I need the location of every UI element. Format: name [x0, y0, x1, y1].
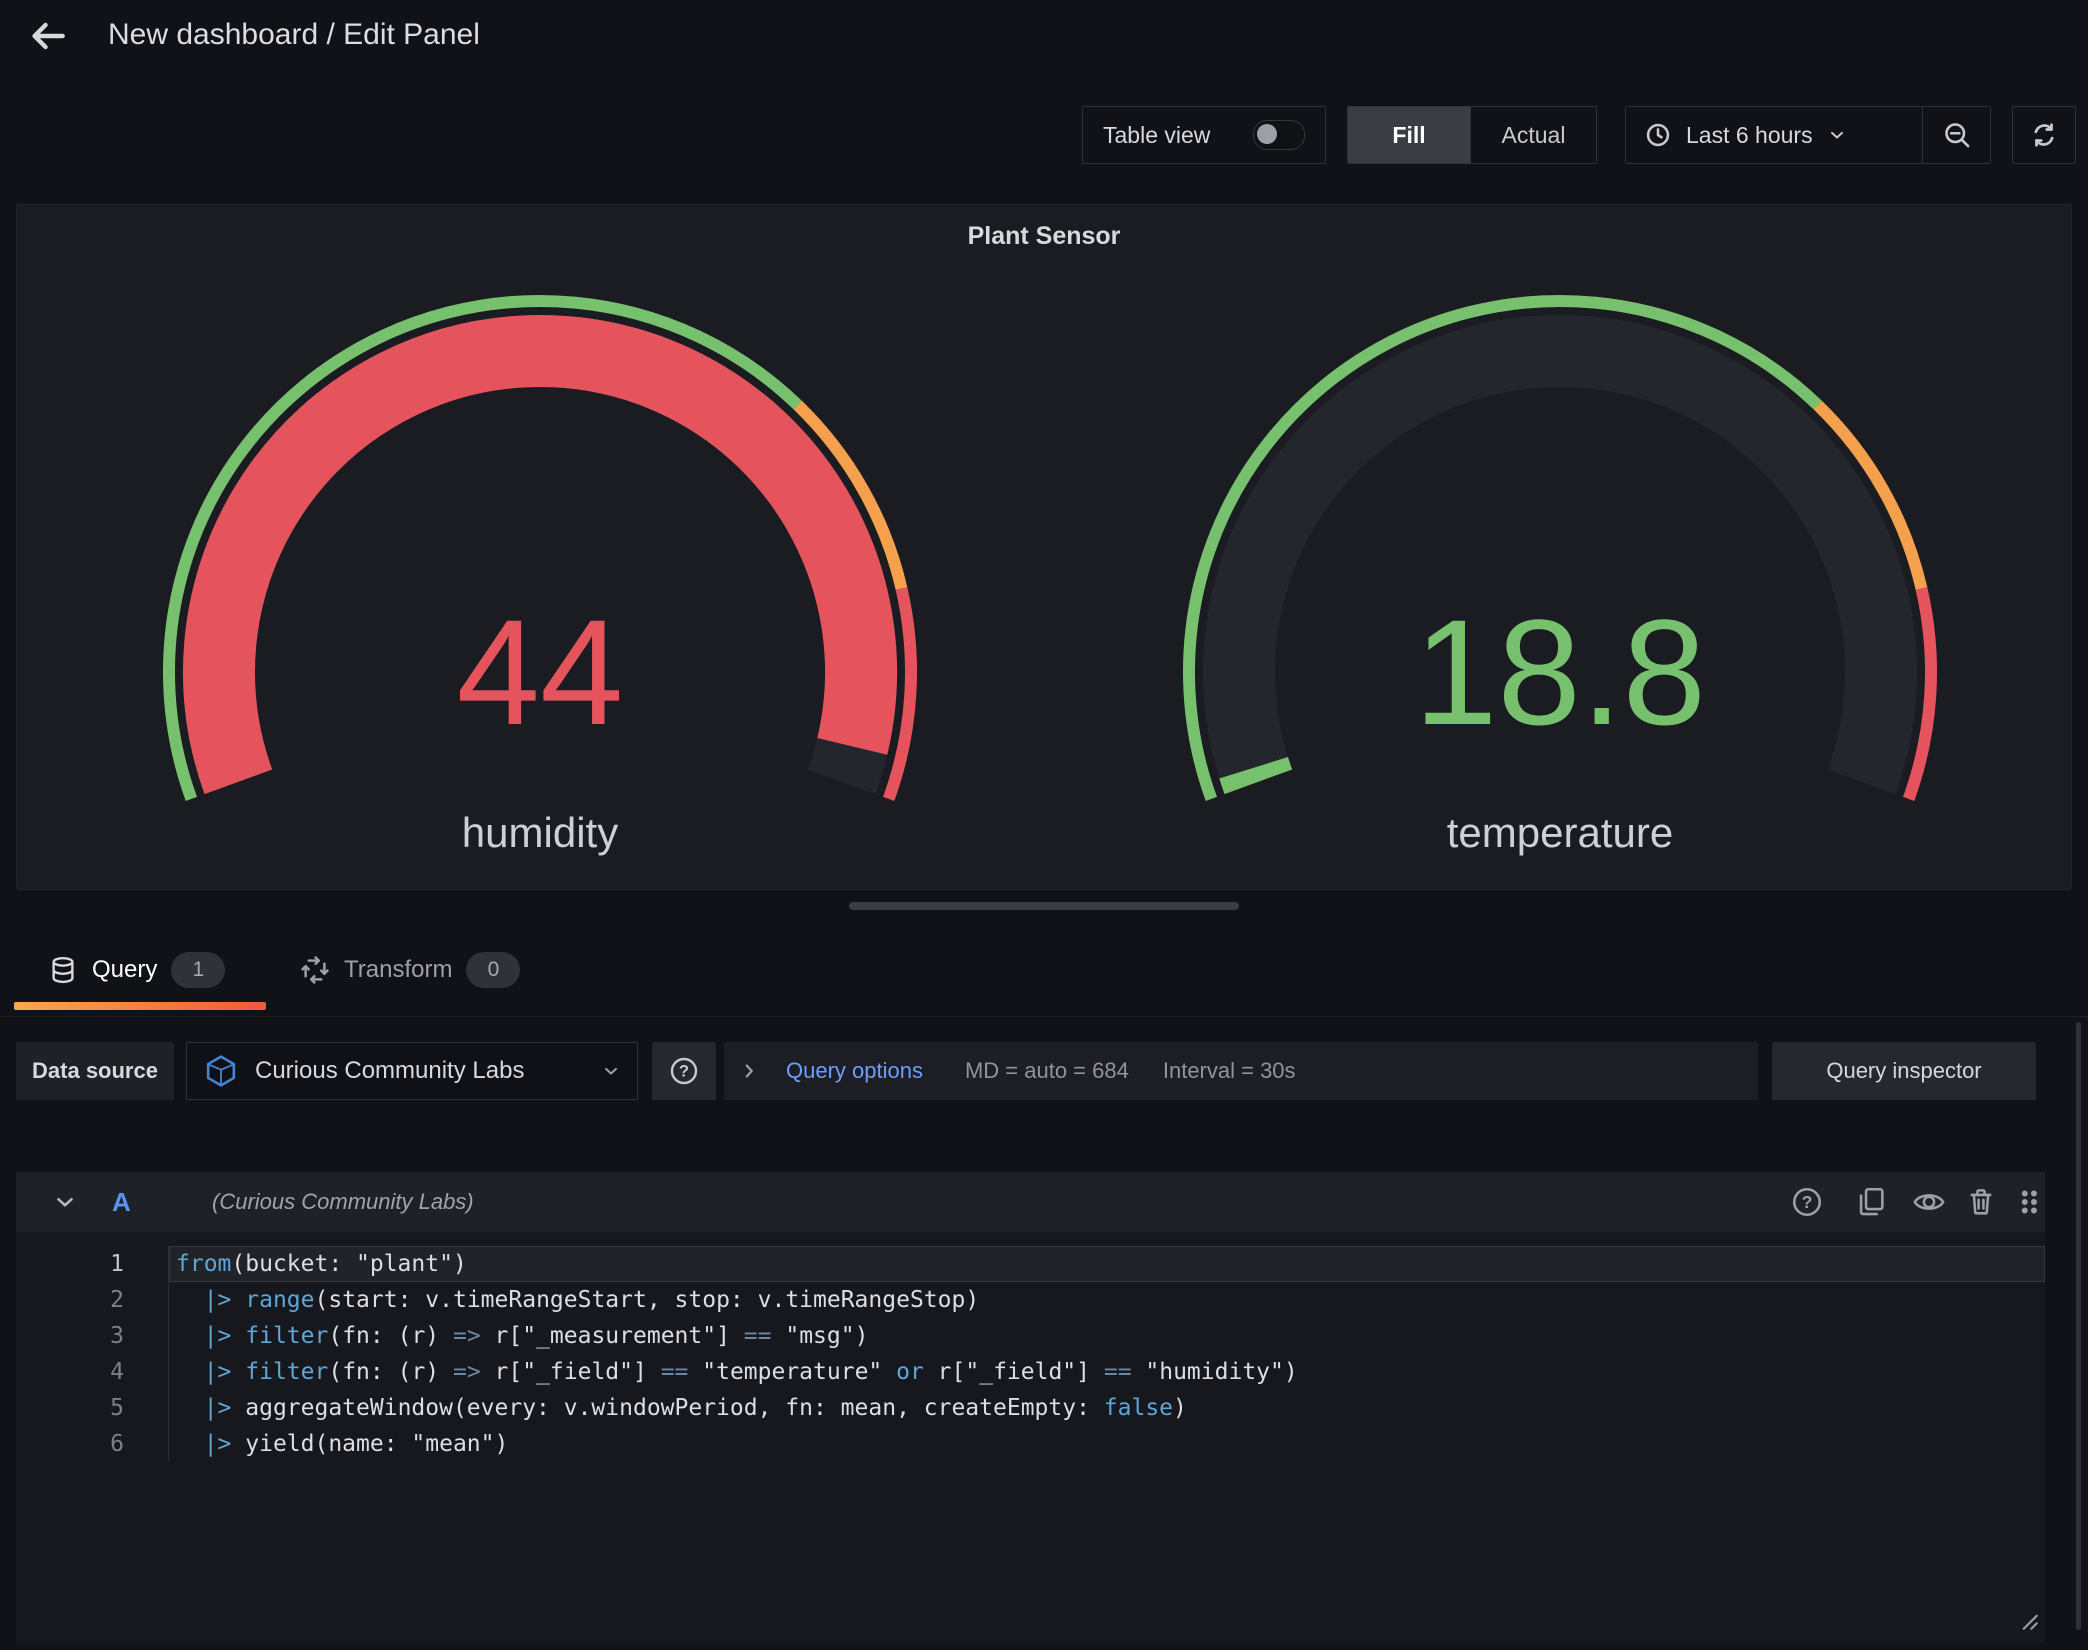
actual-button[interactable]: Actual: [1470, 107, 1596, 163]
code-line[interactable]: 3 |> filter(fn: (r) => r["_measurement"]…: [60, 1318, 2045, 1354]
editor-resize-corner[interactable]: [2014, 1606, 2040, 1632]
active-tab-indicator: [14, 1002, 266, 1010]
tab-transform[interactable]: Transform 0: [300, 944, 520, 996]
drag-handle-icon[interactable]: [2012, 1185, 2046, 1219]
page-scrollbar[interactable]: [2076, 1022, 2081, 1630]
datasource-logo-icon: [203, 1053, 239, 1089]
line-number: 1: [60, 1246, 169, 1282]
duplicate-query-button[interactable]: [1854, 1185, 1888, 1219]
query-editor-card: A (Curious Community Labs) ? 1from(bucke…: [16, 1172, 2045, 1643]
gauge-humidity: 44 humidity: [160, 287, 920, 857]
zoom-out-time-button[interactable]: [1922, 107, 1990, 163]
datasource-picker[interactable]: Curious Community Labs: [186, 1042, 638, 1100]
refresh-icon: [2029, 120, 2059, 150]
tab-query[interactable]: Query 1: [48, 944, 225, 996]
query-options-link[interactable]: Query options: [786, 1058, 923, 1084]
gauge-value: 18.8: [1180, 584, 1940, 760]
line-number: 2: [60, 1282, 169, 1318]
code-line[interactable]: 6 |> yield(name: "mean"): [60, 1426, 2045, 1462]
line-number: 6: [60, 1426, 169, 1462]
arrow-left-icon: [26, 14, 70, 58]
search-minus-icon: [1943, 121, 1971, 149]
transform-icon: [300, 955, 330, 985]
chevron-right-icon[interactable]: [738, 1060, 760, 1082]
query-ref-id: A: [112, 1172, 131, 1232]
gauge-value: 44: [160, 584, 920, 760]
query-row-header[interactable]: A (Curious Community Labs) ?: [16, 1172, 2045, 1232]
code-line-content[interactable]: |> range(start: v.timeRangeStart, stop: …: [169, 1282, 2045, 1318]
interval-value: Interval = 30s: [1163, 1058, 1296, 1084]
toggle-knob: [1257, 124, 1277, 144]
datasource-help-button[interactable]: ?: [652, 1042, 716, 1100]
gauge-temperature: 18.8 temperature: [1180, 287, 1940, 857]
tab-query-label: Query: [92, 956, 157, 984]
code-line-content[interactable]: from(bucket: "plant"): [169, 1246, 2045, 1282]
query-options-bar: Query options MD = auto = 684 Interval =…: [724, 1042, 1758, 1100]
gauge-arc-svg: [160, 287, 920, 857]
page-title: New dashboard / Edit Panel: [108, 18, 480, 52]
clock-icon: [1644, 121, 1672, 149]
chevron-down-icon: [601, 1061, 621, 1081]
gauge-label: temperature: [1180, 803, 1940, 863]
code-line-content[interactable]: |> aggregateWindow(every: v.windowPeriod…: [169, 1390, 2045, 1426]
code-line-content[interactable]: |> filter(fn: (r) => r["_field"] == "tem…: [169, 1354, 2045, 1390]
table-view-toggle[interactable]: [1253, 120, 1305, 150]
max-data-points-value: MD = auto = 684: [965, 1058, 1129, 1084]
collapse-chevron-icon[interactable]: [52, 1189, 78, 1215]
svg-text:?: ?: [1802, 1192, 1813, 1212]
delete-query-button[interactable]: [1964, 1185, 1998, 1219]
tab-transform-label: Transform: [344, 956, 452, 984]
query-datasource-hint: (Curious Community Labs): [212, 1172, 474, 1232]
time-range-picker[interactable]: Last 6 hours: [1626, 121, 1922, 149]
gauge-arc-svg: [1180, 287, 1940, 857]
code-line[interactable]: 1from(bucket: "plant"): [60, 1246, 2045, 1282]
query-help-button[interactable]: ?: [1790, 1185, 1824, 1219]
table-view-control: Table view: [1082, 106, 1326, 164]
fill-actual-group: Fill Actual: [1347, 106, 1597, 164]
code-line-content[interactable]: |> yield(name: "mean"): [169, 1426, 2045, 1462]
code-line[interactable]: 5 |> aggregateWindow(every: v.windowPeri…: [60, 1390, 2045, 1426]
tab-transform-count-badge: 0: [466, 952, 520, 988]
code-line[interactable]: 2 |> range(start: v.timeRangeStart, stop…: [60, 1282, 2045, 1318]
code-editor-lines: 1from(bucket: "plant")2 |> range(start: …: [60, 1246, 2045, 1462]
back-button[interactable]: [26, 14, 70, 58]
refresh-button[interactable]: [2012, 106, 2076, 164]
line-number: 5: [60, 1390, 169, 1426]
chevron-down-icon: [1827, 125, 1847, 145]
panel-title: Plant Sensor: [16, 222, 2072, 251]
time-picker-group: Last 6 hours: [1625, 106, 1991, 164]
help-circle-icon: ?: [668, 1055, 700, 1087]
panel-resize-handle[interactable]: [849, 902, 1239, 910]
fill-button[interactable]: Fill: [1348, 107, 1470, 163]
query-inspector-button[interactable]: Query inspector: [1772, 1042, 2036, 1100]
datasource-label: Data source: [16, 1042, 174, 1100]
tab-query-count-badge: 1: [171, 952, 225, 988]
line-number: 3: [60, 1318, 169, 1354]
toggle-visibility-button[interactable]: [1912, 1185, 1946, 1219]
database-icon: [48, 955, 78, 985]
grafana-edit-panel: New dashboard / Edit Panel Table view Fi…: [0, 0, 2088, 1650]
time-range-label: Last 6 hours: [1686, 122, 1813, 149]
gauge-label: humidity: [160, 803, 920, 863]
code-line[interactable]: 4 |> filter(fn: (r) => r["_field"] == "t…: [60, 1354, 2045, 1390]
flux-code-editor[interactable]: 1from(bucket: "plant")2 |> range(start: …: [60, 1246, 2045, 1638]
svg-text:?: ?: [679, 1062, 689, 1081]
code-line-content[interactable]: |> filter(fn: (r) => r["_measurement"] =…: [169, 1318, 2045, 1354]
line-number: 4: [60, 1354, 169, 1390]
table-view-label: Table view: [1103, 122, 1210, 149]
datasource-name: Curious Community Labs: [255, 1057, 585, 1085]
tabs-divider: [0, 1016, 2088, 1017]
